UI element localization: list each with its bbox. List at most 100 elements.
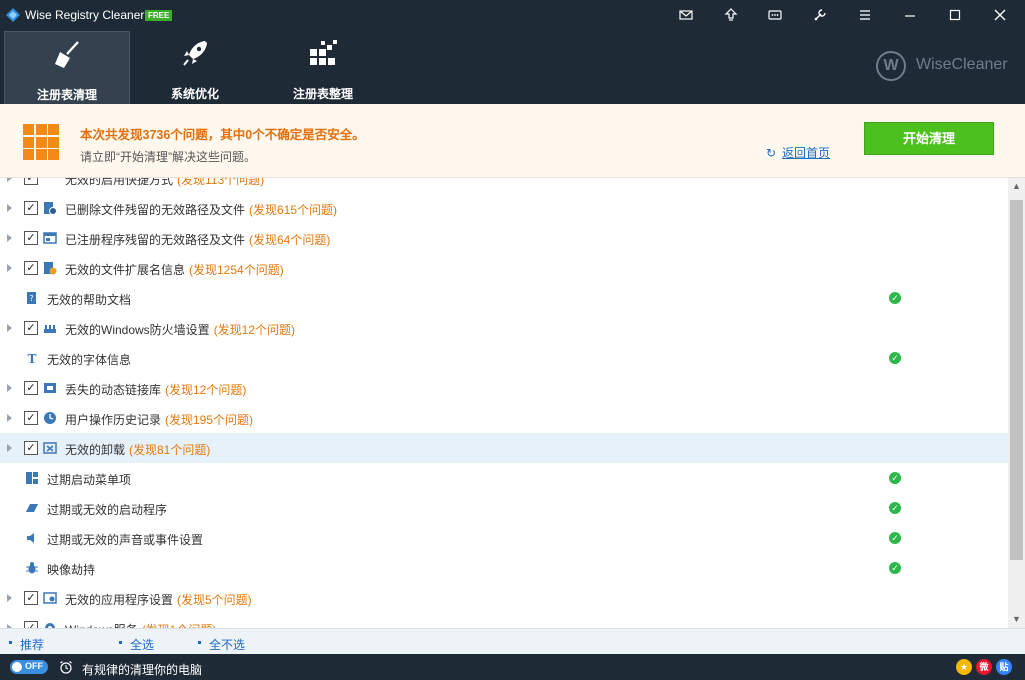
like-icon[interactable]: ★	[956, 659, 972, 675]
item-label: 无效的应用程序设置 (发现5个问题)	[65, 593, 252, 607]
expand-arrow-icon[interactable]	[7, 324, 12, 332]
start-clean-button[interactable]: 开始清理	[864, 122, 994, 155]
item-label: Windows服务(发现1个问题)	[65, 621, 216, 628]
item-label: 映像劫持	[47, 563, 96, 577]
list-item[interactable]: ✓ 无效的Windows防火墙设置 (发现12个问题)	[0, 313, 1008, 343]
item-label: 过期或无效的启动程序	[47, 503, 168, 517]
scroll-up-arrow-icon[interactable]: ▲	[1008, 178, 1025, 195]
list-item[interactable]: ✓ 无效的卸载 (发现81个问题)	[0, 433, 1008, 463]
recommend-link[interactable]: 推荐	[20, 636, 44, 653]
expand-arrow-icon[interactable]	[7, 384, 12, 392]
item-label: 无效的字体信息	[47, 353, 132, 367]
item-checkbox[interactable]: ✓	[24, 261, 38, 275]
expand-arrow-icon[interactable]	[7, 178, 12, 182]
list-item[interactable]: ✓ 已注册程序残留的无效路径及文件 (发现64个问题)	[0, 223, 1008, 253]
tieba-icon[interactable]: 贴	[996, 659, 1012, 675]
menu-icon[interactable]	[856, 6, 874, 24]
item-label: 用户操作历史记录 (发现195个问题)	[65, 413, 254, 427]
expand-arrow-icon[interactable]	[7, 264, 12, 272]
rocket-icon	[183, 41, 207, 66]
item-checkbox[interactable]: ✓	[24, 231, 38, 245]
ok-check-icon: ✓	[889, 532, 901, 544]
item-label: 无效的启用快捷方式 (发现113个问题)	[65, 178, 265, 187]
ok-check-icon: ✓	[889, 502, 901, 514]
weibo-icon[interactable]: 微	[976, 659, 992, 675]
service-gear-icon	[45, 623, 55, 628]
close-icon[interactable]	[991, 6, 1009, 24]
free-badge: FREE	[145, 10, 173, 21]
main-nav: 注册表清理 系统优化 注册表整理 W WiseCleaner	[0, 30, 1025, 104]
selection-bar: 推荐 全选 全不选	[0, 628, 1025, 654]
tab-system-optimize[interactable]: 系统优化	[132, 31, 258, 104]
startup-icon	[26, 504, 38, 512]
select-none-link[interactable]: 全不选	[209, 636, 245, 653]
list-item[interactable]: ✓ 无效的应用程序设置 (发现5个问题)	[0, 583, 1008, 613]
tab-label: 注册表清理	[36, 88, 97, 102]
list-item[interactable]: ✓ 丢失的动态链接库 (发现12个问题)	[0, 373, 1008, 403]
expand-arrow-icon[interactable]	[7, 204, 12, 212]
back-home-link[interactable]: ↻ 返回首页	[766, 144, 830, 161]
bullet-icon	[9, 641, 12, 644]
summary-headline: 本次共发现3736个问题，其中0个不确定是否安全。	[80, 128, 365, 142]
expand-arrow-icon[interactable]	[7, 594, 12, 602]
list-item[interactable]: ? 无效的帮助文档 ✓	[0, 283, 1008, 313]
status-bar: OFF 有规律的清理你的电脑 ★ 微 贴	[0, 654, 1025, 680]
item-label: 过期或无效的声音或事件设置	[47, 533, 204, 547]
scroll-down-arrow-icon[interactable]: ▼	[1008, 611, 1025, 628]
feedback-icon[interactable]	[766, 6, 784, 24]
schedule-toggle[interactable]: OFF	[10, 660, 48, 674]
list-item[interactable]: 过期或无效的启动程序 ✓	[0, 493, 1008, 523]
summary-subline: 请立即“开始清理”解决这些问题。	[80, 150, 256, 164]
list-item[interactable]: ✓ 无效的文件扩展名信息 (发现1254个问题)	[0, 253, 1008, 283]
scroll-thumb[interactable]	[1010, 200, 1023, 560]
schedule-label: 有规律的清理你的电脑	[82, 663, 203, 677]
expand-arrow-icon[interactable]	[7, 234, 12, 242]
list-item[interactable]: ✓ 已删除文件残留的无效路径及文件 (发现615个问题)	[0, 193, 1008, 223]
tab-label: 系统优化	[170, 87, 219, 101]
refresh-icon: ↻	[766, 146, 777, 160]
list-scrollbar[interactable]: ▲ ▼	[1008, 178, 1025, 628]
list-item[interactable]: 过期启动菜单项 ✓	[0, 463, 1008, 493]
wisecleaner-logo-mark: W	[876, 51, 906, 81]
item-checkbox[interactable]: ✓	[24, 411, 38, 425]
item-label: 已注册程序残留的无效路径及文件 (发现64个问题)	[65, 233, 331, 247]
title-bar: Wise Registry Cleaner X FREE	[0, 0, 1025, 30]
issue-list[interactable]: ✓ 无效的启用快捷方式 (发现113个问题) ✓ 已删除文件残留的无效路径及文件 (发…	[0, 178, 1025, 628]
item-checkbox[interactable]: ✓	[24, 178, 38, 185]
upgrade-icon[interactable]	[722, 6, 740, 24]
broom-icon	[55, 41, 79, 68]
brand-name: WiseCleaner	[916, 56, 1008, 73]
uninstall-icon	[43, 442, 57, 454]
item-checkbox[interactable]: ✓	[24, 441, 38, 455]
maximize-icon[interactable]	[946, 6, 964, 24]
mail-icon[interactable]	[677, 6, 695, 24]
tab-registry-clean[interactable]: 注册表清理	[4, 31, 130, 104]
item-checkbox[interactable]: ✓	[24, 621, 38, 628]
expand-arrow-icon[interactable]	[7, 414, 12, 422]
list-item[interactable]: ✓ Windows服务(发现1个问题)	[0, 613, 1008, 628]
settings-tools-icon[interactable]	[811, 6, 829, 24]
list-item[interactable]: ✓ 用户操作历史记录 (发现195个问题)	[0, 403, 1008, 433]
bullet-icon	[119, 641, 122, 644]
app-title: Wise Registry Cleaner X	[25, 8, 156, 22]
item-checkbox[interactable]: ✓	[24, 591, 38, 605]
ok-check-icon: ✓	[889, 292, 901, 304]
item-checkbox[interactable]: ✓	[24, 381, 38, 395]
item-label: 丢失的动态链接库 (发现12个问题)	[65, 383, 247, 397]
bullet-icon	[198, 641, 201, 644]
list-item[interactable]: 映像劫持 ✓	[0, 553, 1008, 583]
back-home-label: 返回首页	[782, 146, 831, 160]
item-checkbox[interactable]: ✓	[24, 321, 38, 335]
minimize-icon[interactable]	[901, 6, 919, 24]
list-item[interactable]: T 无效的字体信息 ✓	[0, 343, 1008, 373]
svg-text:T: T	[28, 352, 37, 365]
alarm-clock-icon	[60, 661, 72, 674]
expand-arrow-icon[interactable]	[7, 444, 12, 452]
tab-registry-defrag[interactable]: 注册表整理	[260, 31, 386, 104]
select-all-link[interactable]: 全选	[130, 636, 154, 653]
list-item[interactable]: ✓ 无效的启用快捷方式 (发现113个问题)	[0, 178, 1008, 193]
list-item[interactable]: 过期或无效的声音或事件设置 ✓	[0, 523, 1008, 553]
item-checkbox[interactable]: ✓	[24, 201, 38, 215]
item-label: 无效的文件扩展名信息 (发现1254个问题)	[65, 263, 284, 277]
history-icon	[44, 412, 56, 424]
